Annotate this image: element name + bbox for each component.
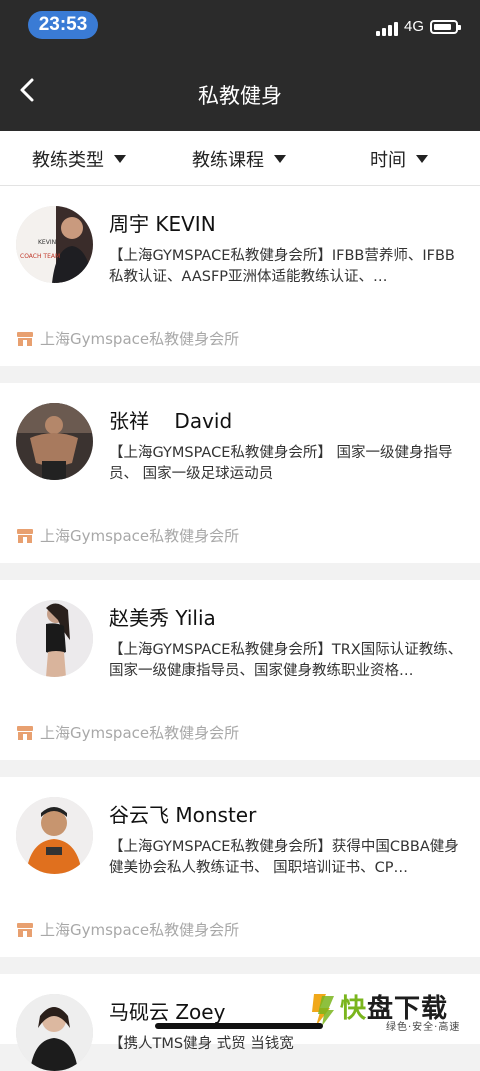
dropdown-arrow-icon [274, 155, 286, 163]
avatar: KEVIN COACH TEAM [16, 206, 93, 283]
filter-time[interactable]: 时间 [370, 146, 428, 172]
coach-card[interactable]: 谷云飞 Monster 【上海GYMSPACE私教健身会所】获得中国CBBA健身… [0, 777, 480, 957]
watermark-char: 快 [340, 994, 368, 1024]
venue-row: 上海Gymspace私教健身会所 [16, 722, 239, 743]
store-icon [17, 922, 33, 937]
coach-card[interactable]: KEVIN COACH TEAM 周宇 KEVIN 【上海GYMSPACE私教健… [0, 186, 480, 366]
store-icon [17, 725, 33, 740]
coach-card[interactable]: 赵美秀 Yilia 【上海GYMSPACE私教健身会所】TRX国际认证教练、国家… [0, 580, 480, 760]
venue-row: 上海Gymspace私教健身会所 [16, 525, 239, 546]
network-type: 4G [404, 18, 425, 35]
signal-icon [376, 22, 400, 36]
coach-card[interactable]: 张祥 David 【上海GYMSPACE私教健身会所】 国家一级健身指导员、 国… [0, 383, 480, 563]
page-title: 私教健身 [198, 84, 282, 108]
svg-text:COACH TEAM: COACH TEAM [20, 253, 60, 260]
venue-row: 上海Gymspace私教健身会所 [16, 919, 239, 940]
watermark-logo: 快盘下载 绿色·安全·高速 [310, 988, 480, 1038]
avatar [16, 994, 93, 1071]
avatar [16, 600, 93, 677]
coach-name: 周宇 KEVIN [109, 212, 216, 236]
filter-label: 时间 [370, 150, 406, 171]
avatar [16, 797, 93, 874]
filter-coach-type[interactable]: 教练类型 [32, 146, 126, 172]
coach-description: 【上海GYMSPACE私教健身会所】获得中国CBBA健身健美协会私人教练证书、 … [109, 839, 459, 876]
nav-bar: 私教健身 [0, 50, 480, 131]
coach-name: 马砚云 Zoey [109, 1000, 226, 1024]
battery-icon [430, 20, 461, 34]
home-indicator[interactable] [155, 1023, 323, 1029]
filter-coach-course[interactable]: 教练课程 [192, 146, 286, 172]
coach-name: 谷云飞 Monster [109, 803, 257, 827]
filter-label: 教练类型 [32, 150, 104, 171]
store-icon [17, 528, 33, 543]
coach-name: 张祥 David [109, 409, 233, 433]
coach-name: 赵美秀 Yilia [109, 606, 216, 630]
coach-description: 【上海GYMSPACE私教健身会所】TRX国际认证教练、国家一级健康指导员、国家… [109, 642, 463, 679]
venue-name: 上海Gymspace私教健身会所 [40, 921, 240, 939]
venue-name: 上海Gymspace私教健身会所 [40, 724, 240, 742]
svg-text:KEVIN: KEVIN [38, 239, 56, 246]
store-icon [17, 331, 33, 346]
avatar [16, 403, 93, 480]
status-time: 23:53 [28, 11, 98, 39]
venue-row: 上海Gymspace私教健身会所 [16, 328, 239, 349]
dropdown-arrow-icon [416, 155, 428, 163]
venue-name: 上海Gymspace私教健身会所 [40, 330, 240, 348]
status-bar: 23:53 4G [0, 0, 480, 50]
dropdown-arrow-icon [114, 155, 126, 163]
coach-description: 【上海GYMSPACE私教健身会所】 国家一级健身指导员、 国家一级足球运动员 [109, 445, 453, 482]
watermark-slogan: 绿色·安全·高速 [386, 1022, 461, 1033]
filter-bar: 教练类型 教练课程 时间 [0, 131, 480, 186]
coach-description: 【上海GYMSPACE私教健身会所】IFBB营养师、IFBB私教认证、AASFP… [109, 248, 455, 285]
filter-label: 教练课程 [192, 150, 264, 171]
venue-name: 上海Gymspace私教健身会所 [40, 527, 240, 545]
